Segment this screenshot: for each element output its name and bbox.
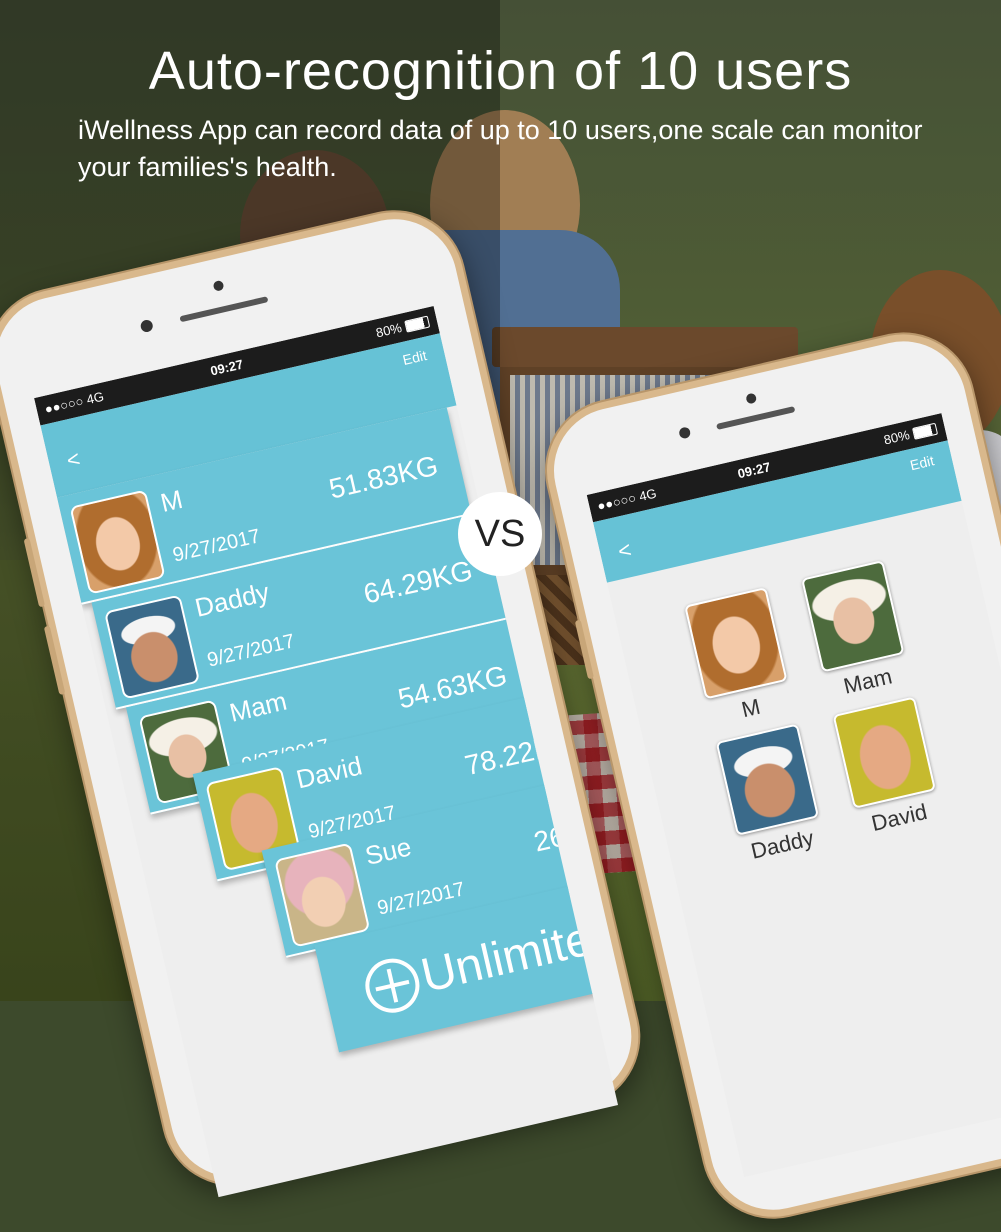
clock: 09:27: [208, 356, 245, 379]
user-name: Sue: [362, 831, 415, 871]
front-camera-icon: [745, 392, 758, 405]
user-tile-daddy[interactable]: Daddy: [708, 722, 834, 869]
user-date: 9/27/2017: [205, 630, 297, 672]
avatar: [715, 723, 820, 836]
speaker-grille: [716, 406, 796, 430]
clock: 09:27: [736, 459, 772, 482]
user-name: M: [157, 483, 186, 518]
edit-button[interactable]: Edit: [401, 347, 428, 368]
user-weight: 78.22KG: [461, 726, 577, 782]
avatar: [684, 587, 788, 700]
back-button[interactable]: <: [615, 537, 633, 565]
battery-percent: 80%: [374, 319, 404, 341]
avatar: [103, 594, 201, 700]
vs-badge: VS: [458, 492, 542, 576]
edit-button[interactable]: Edit: [908, 452, 935, 473]
phone-screen: ●●○○○ 4G 09:27 80% < Edit M Mam Daddy Da…: [586, 413, 1001, 1178]
battery-icon: [912, 422, 939, 440]
front-camera-icon: [212, 279, 225, 292]
speaker-grille: [179, 296, 269, 323]
avatar: [69, 489, 166, 595]
avatar: [832, 696, 937, 809]
user-tile-david[interactable]: David: [825, 695, 951, 842]
battery-icon: [404, 315, 431, 333]
page-subtitle: iWellness App can record data of up to 1…: [78, 115, 923, 182]
user-name: David: [293, 750, 365, 795]
unlimited-label: Unlimited: [416, 906, 619, 1004]
user-name: Daddy: [192, 576, 273, 623]
user-tile-m[interactable]: M: [676, 585, 802, 732]
plus-circle-icon: [360, 953, 425, 1019]
page-title: Auto-recognition of 10 users: [148, 41, 853, 101]
user-weight: 51.83KG: [326, 449, 441, 505]
avatar: [801, 560, 905, 673]
avatar: [274, 842, 371, 948]
battery-percent: 80%: [882, 427, 912, 448]
sensor-icon: [678, 426, 692, 440]
user-weight: 64.29KG: [360, 554, 476, 610]
back-button[interactable]: <: [64, 446, 82, 474]
user-date: 9/27/2017: [170, 525, 263, 567]
user-tile-mam[interactable]: Mam: [793, 558, 919, 705]
user-name: Mam: [226, 685, 290, 728]
sensor-icon: [139, 318, 154, 334]
